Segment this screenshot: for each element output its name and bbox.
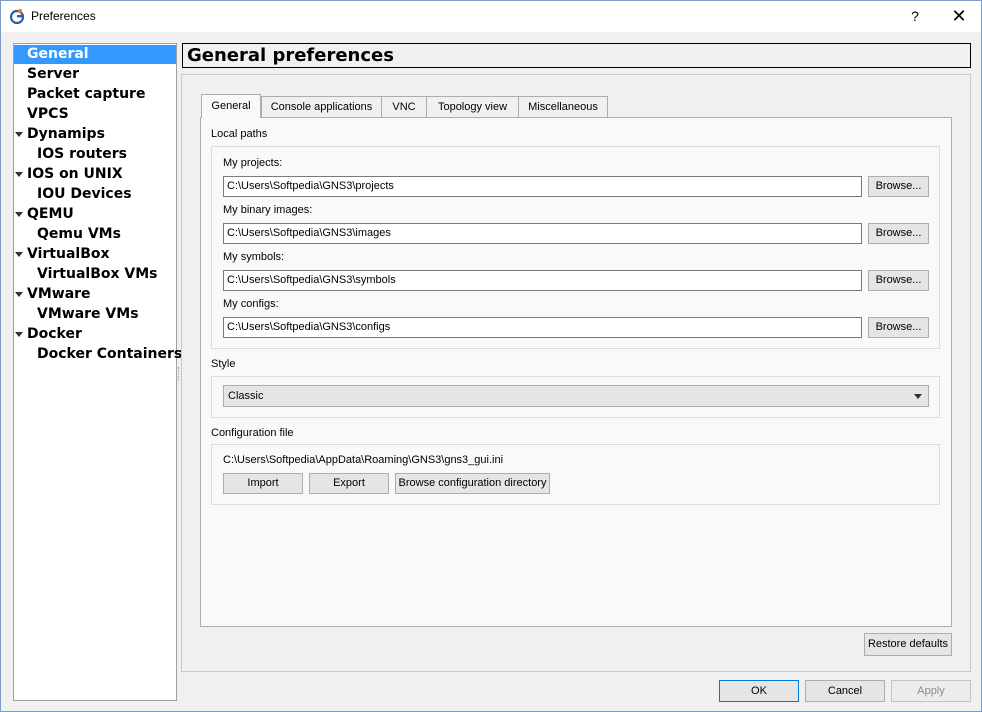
preferences-dialog: Preferences ? ✕ General Server Packet capt… [0,0,982,712]
sidebar-item-label: Packet capture [27,86,146,102]
symbols-path-input[interactable]: C:\Users\Softpedia\GNS3\symbols [223,270,862,291]
expand-arrow-icon[interactable] [15,252,23,257]
sidebar-item-label: IOS routers [37,146,127,162]
style-selected-value: Classic [228,390,264,402]
sidebar-item-qemu[interactable]: QEMU [15,205,176,224]
expand-arrow-icon[interactable] [15,132,23,137]
sidebar-item-label: General [27,46,89,62]
sidebar-item-general[interactable]: General [14,45,176,64]
tab-topology-view[interactable]: Topology view [426,96,519,118]
sidebar-item-label: VPCS [27,106,69,122]
sidebar-item-packet-capture[interactable]: Packet capture [27,85,176,104]
sidebar-item-label: IOU Devices [37,186,132,202]
restore-defaults-button[interactable]: Restore defaults [864,633,952,656]
tab-label: Topology view [437,101,508,113]
sidebar-item-label: VMware VMs [37,306,139,322]
sidebar-item-vpcs[interactable]: VPCS [27,105,176,124]
tab-miscellaneous[interactable]: Miscellaneous [518,96,608,118]
chevron-down-icon [914,394,922,399]
title-bar: Preferences ? ✕ [1,1,981,32]
page-title-box: General preferences [182,43,971,68]
sidebar-item-ios-on-unix[interactable]: IOS on UNIX [15,165,176,184]
sidebar-item-dynamips[interactable]: Dynamips [15,125,176,144]
tab-general[interactable]: General [201,94,261,118]
help-icon[interactable]: ? [905,5,925,27]
projects-path-input[interactable]: C:\Users\Softpedia\GNS3\projects [223,176,862,197]
tab-label: General [211,100,251,112]
window-title: Preferences [31,9,96,23]
projects-label: My projects: [223,157,283,169]
cancel-button[interactable]: Cancel [805,680,885,702]
page-title: General preferences [187,45,394,66]
sidebar-item-virtualbox[interactable]: VirtualBox [15,245,176,264]
sidebar-item-docker[interactable]: Docker [15,325,176,344]
sidebar-item-iou-devices[interactable]: IOU Devices [37,185,176,204]
sidebar-item-docker-containers[interactable]: Docker Containers [37,345,182,364]
browse-symbols-button[interactable]: Browse... [868,270,929,291]
images-label: My binary images: [223,204,313,216]
close-icon[interactable]: ✕ [941,3,977,29]
browse-configs-button[interactable]: Browse... [868,317,929,338]
sidebar-item-label: Docker [27,326,82,342]
tab-vnc[interactable]: VNC [381,96,427,118]
style-label: Style [211,358,236,370]
preferences-tree[interactable]: General Server Packet capture VPCS Dynamips I… [13,43,182,701]
sidebar-item-ios-routers[interactable]: IOS routers [37,145,176,164]
sidebar-item-qemu-vms[interactable]: Qemu VMs [37,225,176,244]
sidebar-item-label: VirtualBox [27,246,110,262]
expand-arrow-icon[interactable] [15,332,23,337]
apply-button[interactable]: Apply [891,680,971,702]
symbols-label: My symbols: [223,251,285,263]
tab-label: Miscellaneous [528,101,598,113]
tab-console-applications[interactable]: Console applications [261,96,382,118]
sidebar-item-vmware-vms[interactable]: VMware VMs [37,305,176,324]
sidebar-item-virtualbox-vms[interactable]: VirtualBox VMs [37,265,176,284]
browse-images-button[interactable]: Browse... [868,223,929,244]
import-button[interactable]: Import [223,473,303,494]
sidebar-item-label: Docker Containers [37,346,183,362]
ok-button[interactable]: OK [719,680,799,702]
expand-arrow-icon[interactable] [15,292,23,297]
export-button[interactable]: Export [309,473,389,494]
sidebar-item-vmware[interactable]: VMware [15,285,176,304]
tab-label: VNC [392,101,416,113]
sidebar-item-label: Server [27,66,80,82]
sidebar-item-label: Qemu VMs [37,226,121,242]
browse-configuration-directory-button[interactable]: Browse configuration directory [395,473,550,494]
tab-label: Console applications [270,101,373,113]
configuration-file-label: Configuration file [211,427,294,439]
configs-path-input[interactable]: C:\Users\Softpedia\GNS3\configs [223,317,862,338]
sidebar-item-label: VirtualBox VMs [37,266,158,282]
sidebar-item-label: Dynamips [27,126,105,142]
browse-projects-button[interactable]: Browse... [868,176,929,197]
images-path-input[interactable]: C:\Users\Softpedia\GNS3\images [223,223,862,244]
sidebar-item-label: QEMU [27,206,74,222]
sidebar-item-label: VMware [27,286,91,302]
style-select[interactable]: Classic [223,385,929,407]
sidebar-item-label: IOS on UNIX [27,166,123,182]
configuration-file-path: C:\Users\Softpedia\AppData\Roaming\GNS3\… [223,454,504,466]
expand-arrow-icon[interactable] [15,212,23,217]
expand-arrow-icon[interactable] [15,172,23,177]
gns3-app-icon [9,9,25,24]
local-paths-label: Local paths [211,128,268,140]
splitter-handle[interactable] [178,367,180,381]
configs-label: My configs: [223,298,279,310]
sidebar-item-server[interactable]: Server [27,65,176,84]
